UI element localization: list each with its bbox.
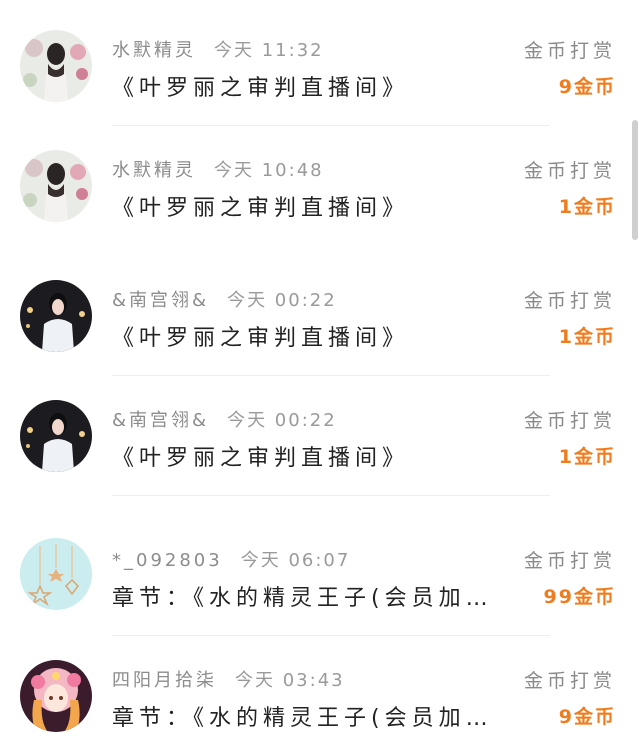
meta-line: &南宫翎& 今天 00:22 — [112, 406, 337, 432]
reward-type: 金币打赏 — [523, 160, 616, 182]
reward-list: 水默精灵 今天 11:32 《叶罗丽之审判直播间》 金币打赏 9金币 水默精灵 今天… — [0, 0, 640, 756]
list-item[interactable]: *_092803 今天 06:07 章节：《水的精灵王子(会员加… 金币打赏 99… — [0, 516, 640, 636]
list-item[interactable]: 四阳月拾柒 今天 03:43 章节：《水的精灵王子(会员加… 金币打赏 9金币 — [0, 636, 640, 756]
avatar[interactable] — [20, 538, 92, 610]
user-name[interactable]: &南宫翎& — [112, 410, 209, 431]
meta-line: 水默精灵 今天 11:32 — [112, 36, 324, 62]
avatar[interactable] — [20, 660, 92, 732]
reward-type: 金币打赏 — [523, 550, 616, 572]
list-item[interactable]: &南宫翎& 今天 00:22 《叶罗丽之审判直播间》 金币打赏 1金币 — [0, 256, 640, 376]
work-title[interactable]: 章节：《水的精灵王子(会员加… — [112, 580, 493, 612]
timestamp: 今天 11:32 — [214, 40, 324, 61]
coin-amount: 1金币 — [558, 196, 616, 218]
meta-line: *_092803 今天 06:07 — [112, 546, 350, 572]
work-title[interactable]: 《叶罗丽之审判直播间》 — [112, 320, 409, 352]
coin-amount: 9金币 — [558, 706, 616, 728]
reward-type: 金币打赏 — [523, 290, 616, 312]
work-title[interactable]: 《叶罗丽之审判直播间》 — [112, 70, 409, 102]
timestamp: 今天 10:48 — [214, 160, 324, 181]
work-title[interactable]: 《叶罗丽之审判直播间》 — [112, 190, 409, 222]
reward-type: 金币打赏 — [523, 670, 616, 692]
avatar[interactable] — [20, 150, 92, 222]
meta-line: 水默精灵 今天 10:48 — [112, 156, 324, 182]
user-name[interactable]: 四阳月拾柒 — [112, 670, 217, 691]
divider — [112, 495, 550, 496]
timestamp: 今天 06:07 — [240, 550, 351, 571]
avatar[interactable] — [20, 280, 92, 352]
user-name[interactable]: &南宫翎& — [112, 290, 209, 311]
list-item[interactable]: 水默精灵 今天 11:32 《叶罗丽之审判直播间》 金币打赏 9金币 — [0, 6, 640, 126]
coin-amount: 1金币 — [558, 446, 616, 468]
scrollbar[interactable] — [632, 120, 638, 240]
avatar[interactable] — [20, 30, 92, 102]
timestamp: 今天 03:43 — [235, 670, 345, 691]
timestamp: 今天 00:22 — [227, 410, 337, 431]
coin-amount: 1金币 — [558, 326, 616, 348]
meta-line: &南宫翎& 今天 00:22 — [112, 286, 337, 312]
coin-amount: 9金币 — [558, 76, 616, 98]
coin-amount: 99金币 — [543, 586, 616, 608]
list-item[interactable]: 水默精灵 今天 10:48 《叶罗丽之审判直播间》 金币打赏 1金币 — [0, 126, 640, 246]
reward-type: 金币打赏 — [523, 410, 616, 432]
avatar[interactable] — [20, 400, 92, 472]
work-title[interactable]: 章节：《水的精灵王子(会员加… — [112, 700, 493, 732]
timestamp: 今天 00:22 — [227, 290, 337, 311]
reward-type: 金币打赏 — [523, 40, 616, 62]
user-name[interactable]: 水默精灵 — [112, 160, 196, 181]
user-name[interactable]: 水默精灵 — [112, 40, 196, 61]
list-item[interactable]: &南宫翎& 今天 00:22 《叶罗丽之审判直播间》 金币打赏 1金币 — [0, 376, 640, 496]
meta-line: 四阳月拾柒 今天 03:43 — [112, 666, 345, 692]
user-name[interactable]: *_092803 — [112, 550, 223, 571]
work-title[interactable]: 《叶罗丽之审判直播间》 — [112, 440, 409, 472]
